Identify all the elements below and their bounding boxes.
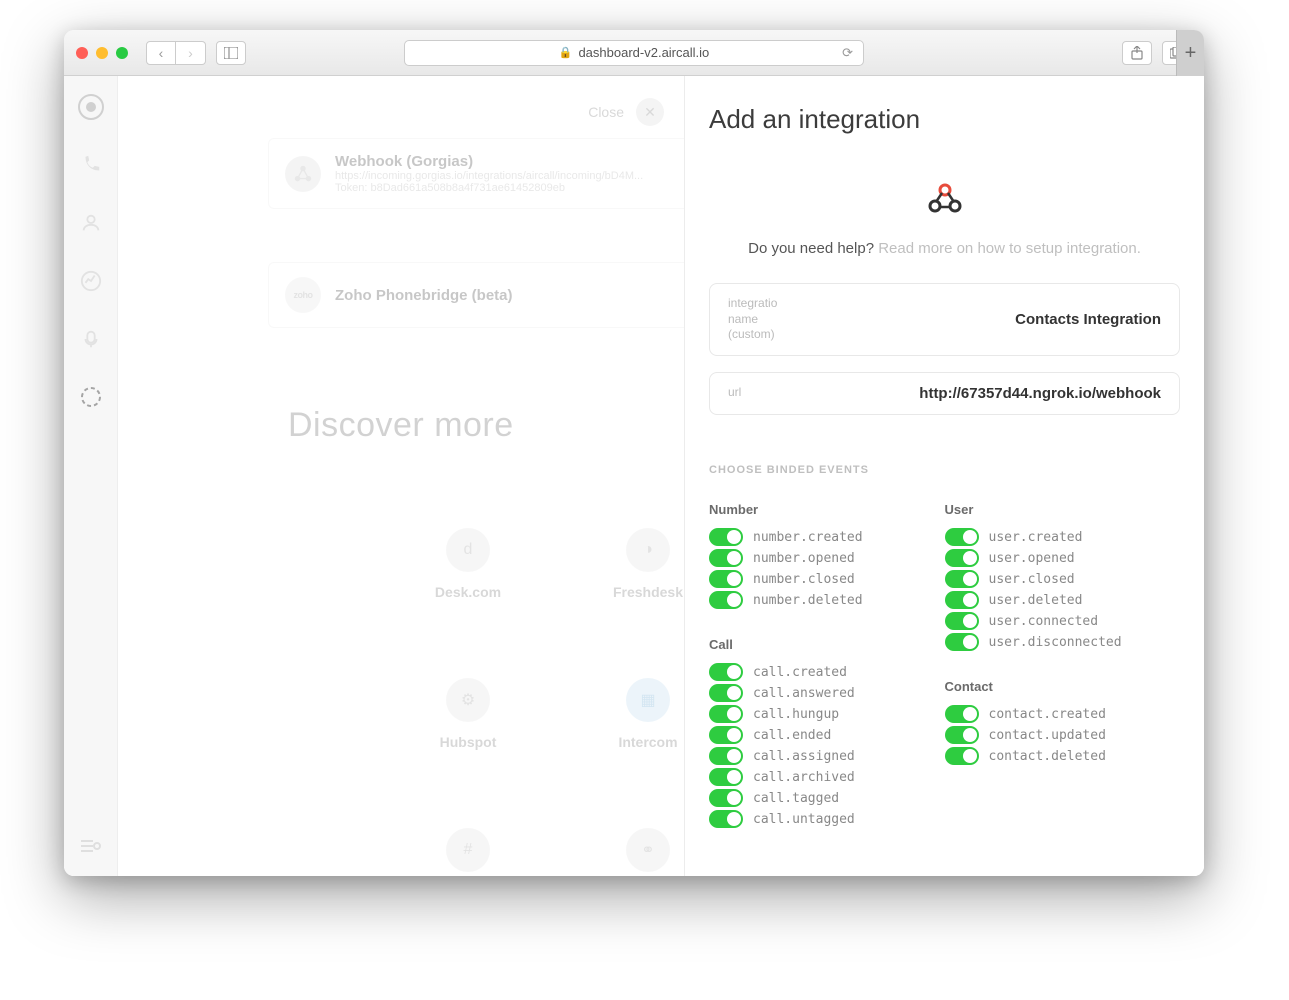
events-section-label: CHOOSE BINDED EVENTS — [709, 464, 1180, 476]
card-token: Token: b8Dad661a508b8a4f731ae61452809eb — [335, 182, 643, 194]
toggle-call-answered[interactable] — [709, 684, 743, 702]
minimize-window-dot[interactable] — [96, 47, 108, 59]
toggle-user-deleted[interactable] — [945, 591, 979, 609]
traffic-lights — [76, 47, 128, 59]
divider — [709, 439, 1180, 440]
toggle-contact-created[interactable] — [945, 705, 979, 723]
card-url: https://incoming.gorgias.io/integrations… — [335, 170, 643, 182]
reload-icon[interactable]: ⟳ — [842, 45, 853, 61]
integration-slack: # Slack — [378, 828, 558, 876]
events-grid: Number number.created number.opened numb… — [709, 502, 1180, 830]
toggle-call-assigned[interactable] — [709, 747, 743, 765]
toggle-contact-deleted[interactable] — [945, 747, 979, 765]
webhook-grid-icon: ⚭ — [626, 828, 670, 872]
toggle-call-archived[interactable] — [709, 768, 743, 786]
card-title: Zoho Phonebridge (beta) — [335, 287, 513, 304]
events-col-left: Number number.created number.opened numb… — [709, 502, 945, 830]
sidebar-toggle-button[interactable] — [216, 41, 246, 65]
discover-heading: Discover more — [288, 406, 514, 445]
integration-hubspot: ⚙ Hubspot — [378, 678, 558, 750]
add-integration-panel: Add an integration Do you need help? Rea… — [684, 76, 1204, 876]
divider — [709, 159, 1180, 160]
nav-buttons: ‹ › — [146, 41, 206, 65]
integration-name-field[interactable]: integratio name (custom) Contacts Integr… — [709, 283, 1180, 356]
sidebar-logo[interactable] — [76, 92, 106, 122]
toggle-number-opened[interactable] — [709, 549, 743, 567]
sidebar-item-voicemail[interactable] — [76, 324, 106, 354]
toggle-user-opened[interactable] — [945, 549, 979, 567]
sidebar-item-integrations[interactable] — [76, 382, 106, 412]
integration-url-value: http://67357d44.ngrok.io/webhook — [808, 385, 1161, 402]
toggle-call-tagged[interactable] — [709, 789, 743, 807]
app-sidebar — [64, 76, 118, 876]
sidebar-item-stats[interactable] — [76, 266, 106, 296]
toggle-user-created[interactable] — [945, 528, 979, 546]
titlebar: ‹ › 🔒 dashboard-v2.aircall.io ⟳ + — [64, 30, 1204, 76]
main-area: Close ✕ Webhook (Gorgias) https://incomi… — [118, 76, 1204, 876]
toggle-number-created[interactable] — [709, 528, 743, 546]
events-col-right: User user.created user.opened user.close… — [945, 502, 1181, 830]
intercom-icon: ▦ — [626, 678, 670, 722]
integration-desk: d Desk.com — [378, 528, 558, 600]
integration-url-field[interactable]: url http://67357d44.ngrok.io/webhook — [709, 372, 1180, 415]
close-label: Close — [588, 104, 624, 120]
close-window-dot[interactable] — [76, 47, 88, 59]
desk-icon: d — [446, 528, 490, 572]
toggle-number-deleted[interactable] — [709, 591, 743, 609]
toggle-contact-updated[interactable] — [945, 726, 979, 744]
col-call-title: Call — [709, 637, 945, 652]
toggle-call-hungup[interactable] — [709, 705, 743, 723]
address-bar[interactable]: 🔒 dashboard-v2.aircall.io ⟳ — [404, 40, 864, 66]
col-user-title: User — [945, 502, 1181, 517]
close-icon: ✕ — [636, 98, 664, 126]
zoho-icon: zoho — [285, 277, 321, 313]
toggle-call-created[interactable] — [709, 663, 743, 681]
toggle-call-untagged[interactable] — [709, 810, 743, 828]
toggle-user-closed[interactable] — [945, 570, 979, 588]
toggle-call-ended[interactable] — [709, 726, 743, 744]
app-content: Close ✕ Webhook (Gorgias) https://incomi… — [64, 76, 1204, 876]
hubspot-icon: ⚙ — [446, 678, 490, 722]
forward-button[interactable]: › — [176, 41, 206, 65]
webhook-icon — [285, 156, 321, 192]
slack-icon: # — [446, 828, 490, 872]
sidebar-item-users[interactable] — [76, 208, 106, 238]
col-number-title: Number — [709, 502, 945, 517]
new-tab-button[interactable]: + — [1176, 30, 1204, 76]
back-button[interactable]: ‹ — [146, 41, 176, 65]
integration-name-value: Contacts Integration — [808, 311, 1161, 328]
webhook-big-icon — [709, 182, 1180, 214]
sidebar-item-calls[interactable] — [76, 150, 106, 180]
freshdesk-icon: ◑ — [626, 528, 670, 572]
share-button[interactable] — [1122, 41, 1152, 65]
col-contact-title: Contact — [945, 679, 1181, 694]
lock-icon: 🔒 — [559, 46, 573, 59]
toggle-user-connected[interactable] — [945, 612, 979, 630]
card-title: Webhook (Gorgias) — [335, 153, 643, 170]
toggle-user-disconnected[interactable] — [945, 633, 979, 651]
address-text: dashboard-v2.aircall.io — [578, 45, 709, 60]
browser-window: ‹ › 🔒 dashboard-v2.aircall.io ⟳ + — [64, 30, 1204, 876]
panel-title: Add an integration — [709, 104, 1180, 135]
maximize-window-dot[interactable] — [116, 47, 128, 59]
sidebar-item-search[interactable] — [81, 839, 101, 860]
help-link[interactable]: Read more on how to setup integration. — [878, 240, 1141, 257]
toggle-number-closed[interactable] — [709, 570, 743, 588]
help-text: Do you need help? Read more on how to se… — [709, 240, 1180, 257]
